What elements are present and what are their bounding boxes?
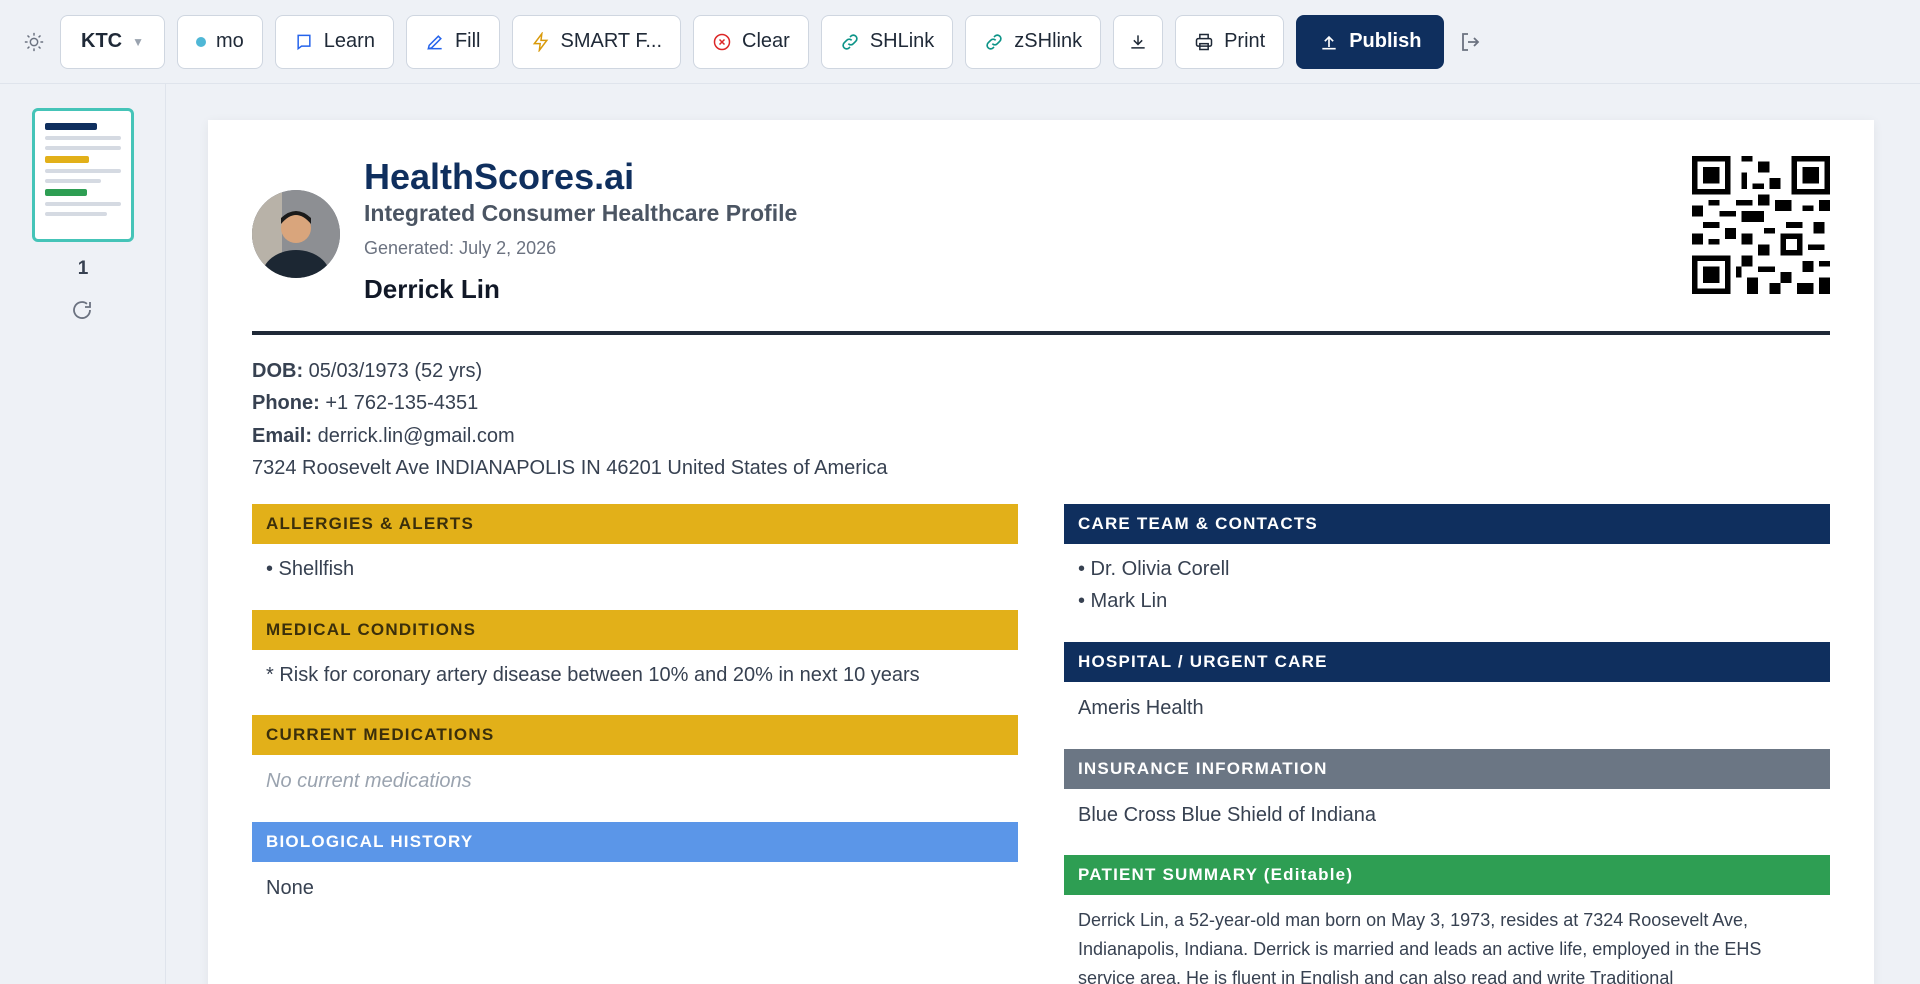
insurance-value: Blue Cross Blue Shield of Indiana xyxy=(1078,804,1376,826)
care-team-header: CARE TEAM & CONTACTS xyxy=(1064,504,1830,544)
profile-document: HealthScores.ai Integrated Consumer Heal… xyxy=(208,120,1874,984)
patient-avatar xyxy=(252,190,340,278)
dob-label: DOB: xyxy=(252,360,304,382)
zshlink-label: zSHlink xyxy=(1014,30,1083,52)
mode-button[interactable]: mo xyxy=(177,14,263,69)
fill-label: Fill xyxy=(454,30,481,52)
lightning-icon xyxy=(532,31,548,52)
download-button[interactable] xyxy=(1113,14,1164,69)
phone-row: Phone: +1 762-135-4351 xyxy=(252,392,478,415)
clear-label: Clear xyxy=(742,30,790,52)
print-button[interactable]: Print xyxy=(1175,14,1285,69)
top-toolbar: KTC ▼ mo Learn Fill SMART F... Clear SHL… xyxy=(0,0,1920,84)
smart-fill-label: SMART F... xyxy=(560,30,663,52)
generated-date: Generated: July 2, 2026 xyxy=(364,238,557,258)
pencil-icon xyxy=(427,34,442,50)
email-row: Email: derrick.lin@gmail.com xyxy=(252,425,515,448)
smart-fill-button[interactable]: SMART F... xyxy=(511,14,682,69)
address-value: 7324 Roosevelt Ave INDIANAPOLIS IN 46201… xyxy=(252,457,888,479)
bio-history-header: BIOLOGICAL HISTORY xyxy=(252,822,1018,862)
hospital-value: Ameris Health xyxy=(1078,697,1204,719)
phone-value: +1 762-135-4351 xyxy=(325,392,479,414)
theme-toggle-sun-icon[interactable] xyxy=(20,28,48,56)
care-team-item: • Mark Lin xyxy=(1078,590,1168,612)
hospital-header: HOSPITAL / URGENT CARE xyxy=(1064,642,1830,682)
upload-icon xyxy=(1322,35,1336,49)
learn-label: Learn xyxy=(323,30,375,52)
allergy-item: • Shellfish xyxy=(266,558,355,580)
patient-summary-header: PATIENT SUMMARY (Editable) xyxy=(1064,855,1830,895)
bio-history-value: None xyxy=(266,877,314,899)
download-icon xyxy=(1131,34,1145,49)
care-team-item: • Dr. Olivia Corell xyxy=(1078,558,1230,580)
link-icon xyxy=(842,33,858,50)
refresh-icon[interactable] xyxy=(70,298,94,322)
conditions-header: MEDICAL CONDITIONS xyxy=(252,610,1018,650)
bookmark-icon xyxy=(297,34,311,50)
logout-icon xyxy=(1462,32,1480,51)
page-thumbnail[interactable] xyxy=(32,108,134,242)
medications-empty: No current medications xyxy=(266,770,472,792)
clear-button[interactable]: Clear xyxy=(693,14,809,69)
chevron-down-icon: ▼ xyxy=(132,34,144,49)
medications-header: CURRENT MEDICATIONS xyxy=(252,715,1018,755)
learn-button[interactable]: Learn xyxy=(274,14,394,69)
insurance-header: INSURANCE INFORMATION xyxy=(1064,749,1830,789)
publish-button[interactable]: Publish xyxy=(1296,14,1445,69)
shlink-label: SHLink xyxy=(869,30,935,52)
qr-code xyxy=(1692,156,1830,294)
publish-label: Publish xyxy=(1349,30,1422,52)
profile-selector-dropdown[interactable]: KTC ▼ xyxy=(60,14,165,69)
mode-label: mo xyxy=(216,30,244,52)
printer-icon xyxy=(1195,33,1213,50)
phone-label: Phone: xyxy=(252,392,320,414)
dob-value: 05/03/1973 (52 yrs) xyxy=(308,360,483,382)
fill-button[interactable]: Fill xyxy=(405,14,500,69)
link-icon xyxy=(986,33,1002,50)
email-label: Email: xyxy=(252,425,313,447)
condition-item: * Risk for coronary artery disease betwe… xyxy=(266,664,920,686)
header-divider xyxy=(252,331,1830,335)
email-value: derrick.lin@gmail.com xyxy=(317,425,515,447)
status-dot-icon xyxy=(196,36,206,47)
patient-summary-text[interactable]: Derrick Lin, a 52-year-old man born on M… xyxy=(1078,906,1808,984)
page-number: 1 xyxy=(77,258,89,279)
dob-row: DOB: 05/03/1973 (52 yrs) xyxy=(252,360,482,383)
shlink-button[interactable]: SHLink xyxy=(820,14,954,69)
clear-circle-x-icon xyxy=(713,33,731,50)
allergies-header: ALLERGIES & ALERTS xyxy=(252,504,1018,544)
zshlink-button[interactable]: zSHlink xyxy=(965,14,1102,69)
page-thumbnail-sidebar: 1 xyxy=(0,84,166,984)
print-label: Print xyxy=(1224,30,1266,52)
profile-subtitle: Integrated Consumer Healthcare Profile xyxy=(364,200,798,226)
brand-title: HealthScores.ai xyxy=(364,156,635,197)
logout-button[interactable] xyxy=(1456,28,1484,56)
patient-name: Derrick Lin xyxy=(364,274,500,304)
profile-selector-label: KTC xyxy=(81,30,123,52)
